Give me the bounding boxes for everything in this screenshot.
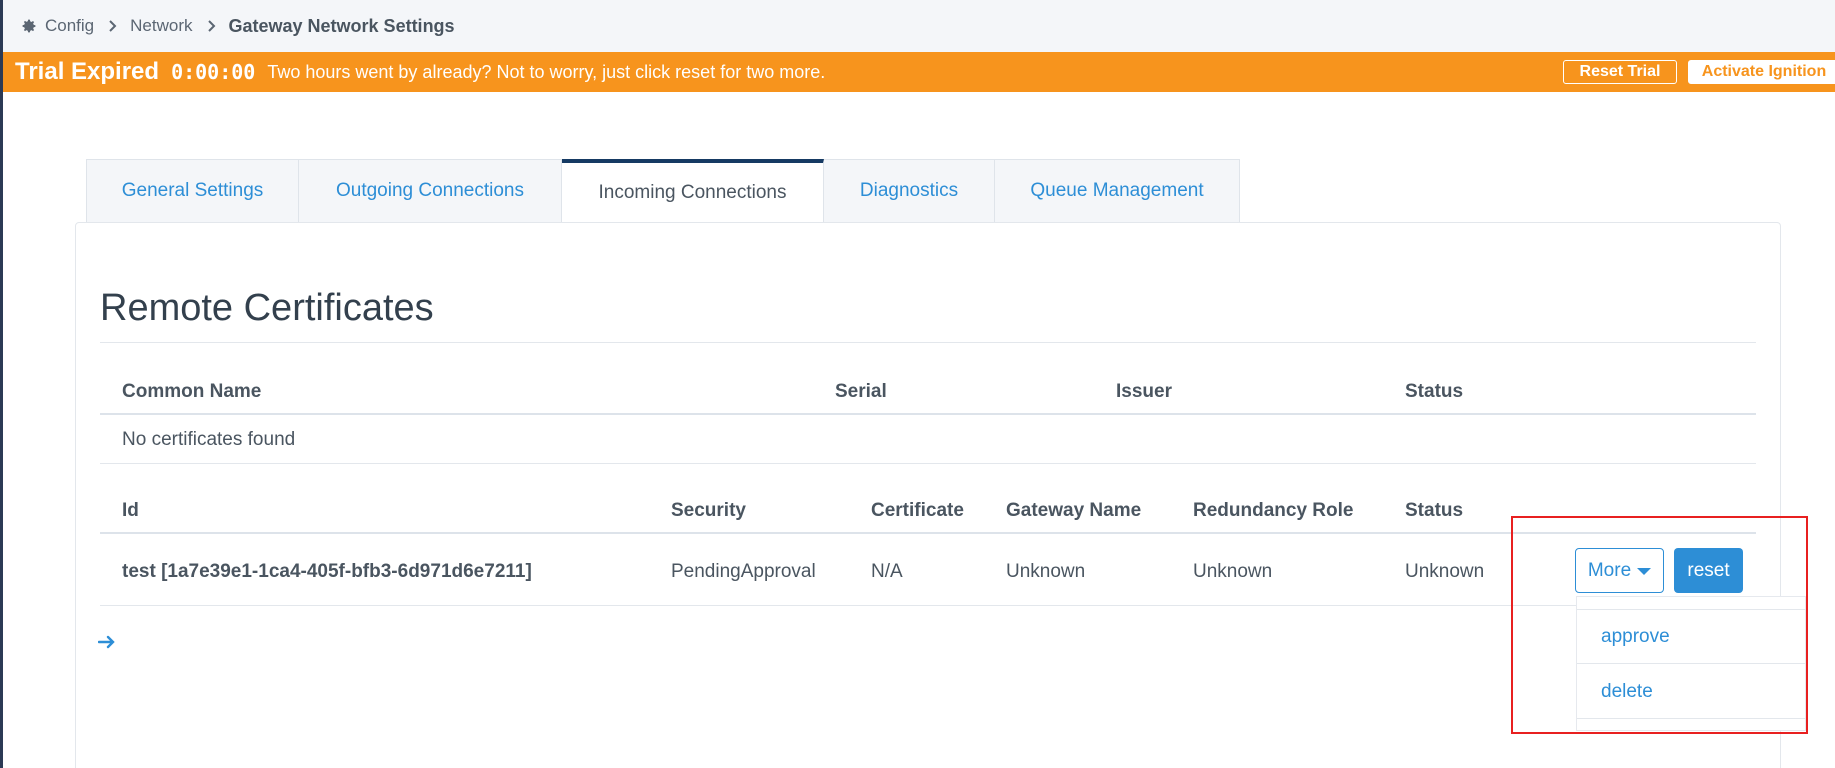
col-issuer[interactable]: Issuer [1116, 381, 1172, 403]
row-security: PendingApproval [671, 561, 816, 582]
col-serial[interactable]: Serial [835, 381, 887, 403]
more-button-label: More [1587, 559, 1632, 581]
arrow-right-icon[interactable] [98, 633, 116, 651]
empty-message: No certificates found [122, 429, 296, 450]
more-dropdown-menu: approve delete [1576, 596, 1807, 731]
tab-diagnostics[interactable]: Diagnostics [824, 159, 995, 223]
dropdown-divider [1577, 718, 1807, 719]
col-id[interactable]: Id [122, 500, 139, 522]
tab-general-settings[interactable]: General Settings [86, 159, 299, 223]
tab-incoming-connections[interactable]: Incoming Connections [562, 159, 824, 223]
breadcrumb: Config Network Gateway Network Settings [3, 0, 1835, 52]
row-certificate: N/A [871, 561, 903, 582]
col-status[interactable]: Status [1405, 381, 1463, 403]
trial-title: Trial Expired [15, 58, 160, 85]
tab-outgoing-connections[interactable]: Outgoing Connections [299, 159, 562, 223]
col-status[interactable]: Status [1405, 500, 1463, 522]
col-certificate[interactable]: Certificate [871, 500, 964, 522]
trial-message: Two hours went by already? Not to worry,… [267, 61, 826, 82]
chevron-right-icon [207, 19, 217, 33]
more-dropdown-button[interactable]: More [1575, 548, 1664, 593]
row-status: Unknown [1405, 561, 1485, 582]
row-gateway-name: Unknown [1006, 561, 1086, 582]
chevron-right-icon [108, 19, 118, 33]
gear-icon [21, 18, 37, 34]
divider [100, 342, 1756, 343]
reset-button[interactable]: reset [1674, 548, 1743, 593]
row-redundancy-role: Unknown [1193, 561, 1273, 582]
trial-banner: Trial Expired 0:00:00 Two hours went by … [3, 52, 1835, 92]
col-gateway-name[interactable]: Gateway Name [1006, 500, 1141, 522]
dropdown-divider [1577, 663, 1807, 664]
caret-down-icon [1637, 568, 1652, 575]
table-header-divider [100, 532, 1756, 534]
col-redundancy-role[interactable]: Redundancy Role [1193, 500, 1353, 522]
breadcrumb-config-label: Config [45, 16, 95, 35]
window-left-edge [0, 0, 3, 768]
menu-item-delete[interactable]: delete [1577, 670, 1807, 714]
activate-ignition-button[interactable]: Activate Ignition [1688, 60, 1835, 84]
table-row-divider [100, 463, 1756, 464]
menu-item-approve[interactable]: approve [1577, 615, 1807, 659]
breadcrumb-current: Gateway Network Settings [228, 15, 455, 36]
table-header-divider [100, 413, 1756, 415]
breadcrumb-config[interactable]: Config [21, 16, 94, 36]
col-common-name[interactable]: Common Name [122, 381, 261, 403]
dropdown-divider [1577, 609, 1807, 610]
table-row-divider [100, 605, 1756, 606]
section-title: Remote Certificates [100, 287, 434, 329]
tab-bar: General Settings Outgoing Connections In… [86, 159, 1240, 223]
row-id: test [1a7e39e1-1ca4-405f-bfb3-6d971d6e72… [122, 561, 532, 582]
col-security[interactable]: Security [671, 500, 746, 522]
tab-queue-management[interactable]: Queue Management [995, 159, 1240, 223]
reset-trial-button[interactable]: Reset Trial [1563, 60, 1677, 84]
trial-timer: 0:00:00 [171, 60, 256, 84]
breadcrumb-network[interactable]: Network [130, 16, 192, 36]
